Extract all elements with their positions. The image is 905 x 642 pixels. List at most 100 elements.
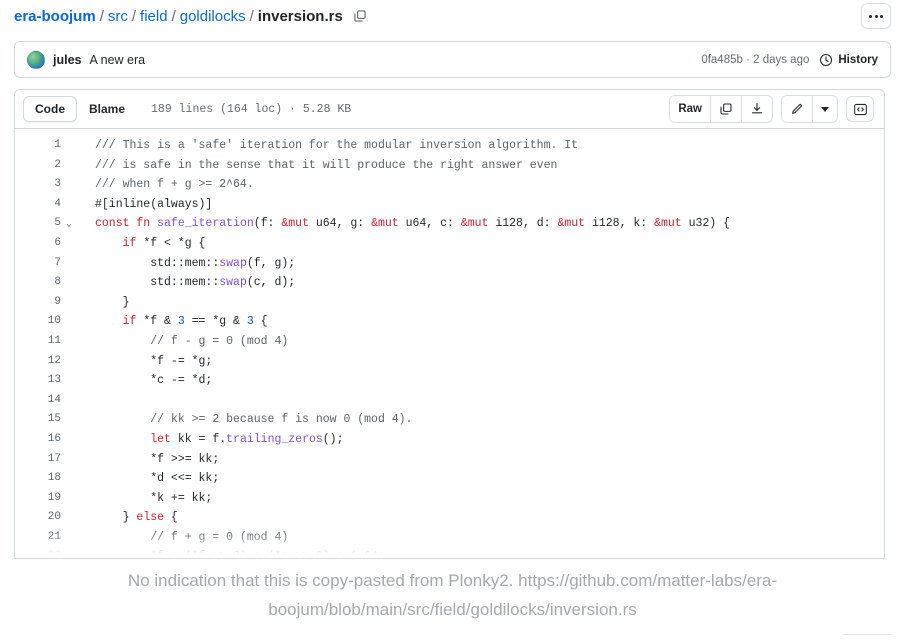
more-options-button[interactable]	[861, 3, 891, 29]
breadcrumb-separator: /	[132, 8, 136, 25]
code-line: 19 *k += kk;	[15, 489, 884, 509]
code-line-text: // kk >= 2 because f is now 0 (mod 4).	[77, 410, 412, 430]
tab-code[interactable]: Code	[23, 96, 77, 122]
commit-author[interactable]: jules	[53, 53, 82, 67]
code-line-text: std::mem::swap(c, d);	[77, 273, 295, 293]
code-line-text: // f - g = 0 (mod 4)	[77, 332, 288, 352]
code-line: 17 *f >>= kk;	[15, 450, 884, 470]
copy-path-icon[interactable]	[353, 9, 367, 23]
line-number[interactable]: 3	[15, 175, 61, 195]
line-number[interactable]: 19	[15, 489, 61, 509]
line-number[interactable]: 17	[15, 450, 61, 470]
code-line: 4 #[inline(always)]	[15, 195, 884, 215]
breadcrumb-goldilocks[interactable]: goldilocks	[180, 9, 246, 24]
edit-dropdown-button[interactable]	[813, 96, 837, 122]
code-line-text: }	[77, 293, 130, 313]
view-mode-tabs: Code Blame	[23, 96, 137, 122]
line-number[interactable]: 8	[15, 273, 61, 293]
code-line: 21 // f + g = 0 (mod 4)	[15, 528, 884, 548]
tab-blame[interactable]: Blame	[77, 96, 137, 122]
line-number[interactable]: 4	[15, 195, 61, 215]
line-number[interactable]: 15	[15, 410, 61, 430]
code-content[interactable]: 1 /// This is a 'safe' iteration for the …	[15, 129, 884, 559]
code-line-text: /// is safe in the sense that it will pr…	[77, 156, 557, 176]
edit-group	[781, 95, 838, 123]
line-number[interactable]: 16	[15, 430, 61, 450]
line-number[interactable]: 2	[15, 156, 61, 176]
latest-commit-bar: jules A new era 0fa485b · 2 days ago His…	[14, 41, 891, 78]
code-line-text: if *f < *g {	[77, 234, 205, 254]
code-line-text: } else {	[77, 508, 178, 528]
commit-sha-and-time[interactable]: 0fa485b · 2 days ago	[701, 54, 809, 66]
code-line-text: *f -= *g;	[77, 352, 212, 372]
breadcrumb-field[interactable]: field	[140, 9, 168, 24]
line-number[interactable]: 9	[15, 293, 61, 313]
commit-meta: 0fa485b · 2 days ago History	[701, 53, 878, 67]
breadcrumb-repo[interactable]: era-boojum	[14, 9, 96, 24]
code-line-text: let kk = f.trailing_zeros();	[77, 430, 344, 450]
code-line-text: std::mem::swap(f, g);	[77, 254, 295, 274]
code-line: 1 /// This is a 'safe' iteration for the …	[15, 136, 884, 156]
breadcrumb: era-boojum / src / field / goldilocks / …	[0, 0, 905, 32]
line-number[interactable]: 14	[15, 391, 61, 411]
kebab-icon	[869, 15, 883, 18]
caption-text: No indication that this is copy-pasted f…	[0, 566, 905, 624]
file-size-meta: 189 lines (164 loc) · 5.28 KB	[151, 103, 351, 116]
code-line-text: /// This is a 'safe' iteration for the m…	[77, 136, 578, 156]
file-actions: Raw	[669, 95, 876, 123]
code-line: 13 *c -= *d;	[15, 371, 884, 391]
code-line-text: *f >>= kk;	[77, 450, 219, 470]
line-number[interactable]: 1	[15, 136, 61, 156]
breadcrumb-file: inversion.rs	[258, 8, 343, 25]
breadcrumb-separator: /	[250, 8, 254, 25]
line-number[interactable]: 11	[15, 332, 61, 352]
line-number[interactable]: 7	[15, 254, 61, 274]
code-line: 20 } else {	[15, 508, 884, 528]
symbols-panel-button[interactable]	[846, 96, 874, 122]
history-link[interactable]: History	[819, 53, 878, 67]
avatar[interactable]	[27, 51, 45, 69]
code-line-text: *d <<= kk;	[77, 469, 219, 489]
code-line-text: // f + g = 0 (mod 4)	[77, 528, 288, 548]
line-number[interactable]: 22	[15, 547, 61, 559]
code-line: 3 /// when f + g >= 2^64.	[15, 175, 884, 195]
chevron-down-icon	[821, 107, 829, 112]
code-line-text: if *f & 3 == *g & 3 {	[77, 312, 268, 332]
chevron-down-icon[interactable]: ⌄	[61, 214, 77, 234]
code-line: 9 }	[15, 293, 884, 313]
file-view-panel: Code Blame 189 lines (164 loc) · 5.28 KB…	[14, 89, 885, 559]
code-line: 7 std::mem::swap(f, g);	[15, 254, 884, 274]
breadcrumb-separator: /	[172, 8, 176, 25]
code-line: 12 *f -= *g;	[15, 352, 884, 372]
line-number[interactable]: 10	[15, 312, 61, 332]
code-line: 15 // kk >= 2 because f is now 0 (mod 4)…	[15, 410, 884, 430]
code-line: 5⌄const fn safe_iteration(f: &mut u64, g…	[15, 214, 884, 234]
code-line-text: #[inline(always)]	[77, 195, 212, 215]
code-line: 10 if *f & 3 == *g & 3 {	[15, 312, 884, 332]
code-line-text: *f = (*f >> 2) + (*g >> 2) + 1u64;	[77, 547, 385, 559]
code-line: 18 *d <<= kk;	[15, 469, 884, 489]
code-line-text: *k += kk;	[77, 489, 212, 509]
line-number[interactable]: 20	[15, 508, 61, 528]
code-brackets-icon	[853, 102, 868, 117]
breadcrumb-separator: /	[100, 8, 104, 25]
code-line-text: /// when f + g >= 2^64.	[77, 175, 254, 195]
breadcrumb-src[interactable]: src	[108, 9, 128, 24]
history-label: History	[838, 54, 878, 66]
code-line-text: const fn safe_iteration(f: &mut u64, g: …	[77, 214, 730, 234]
line-number[interactable]: 12	[15, 352, 61, 372]
raw-button[interactable]: Raw	[670, 96, 711, 122]
code-line: 2 /// is safe in the sense that it will p…	[15, 156, 884, 176]
download-icon[interactable]	[742, 96, 772, 122]
file-toolbar: Code Blame 189 lines (164 loc) · 5.28 KB…	[15, 90, 884, 129]
copy-raw-icon[interactable]	[711, 96, 742, 122]
line-number[interactable]: 6	[15, 234, 61, 254]
bottom-divider	[843, 634, 891, 635]
line-number[interactable]: 21	[15, 528, 61, 548]
line-number[interactable]: 18	[15, 469, 61, 489]
code-line-text: *c -= *d;	[77, 371, 212, 391]
line-number[interactable]: 5	[15, 214, 61, 234]
line-number[interactable]: 13	[15, 371, 61, 391]
pencil-icon[interactable]	[782, 96, 813, 122]
commit-message[interactable]: A new era	[90, 53, 146, 67]
